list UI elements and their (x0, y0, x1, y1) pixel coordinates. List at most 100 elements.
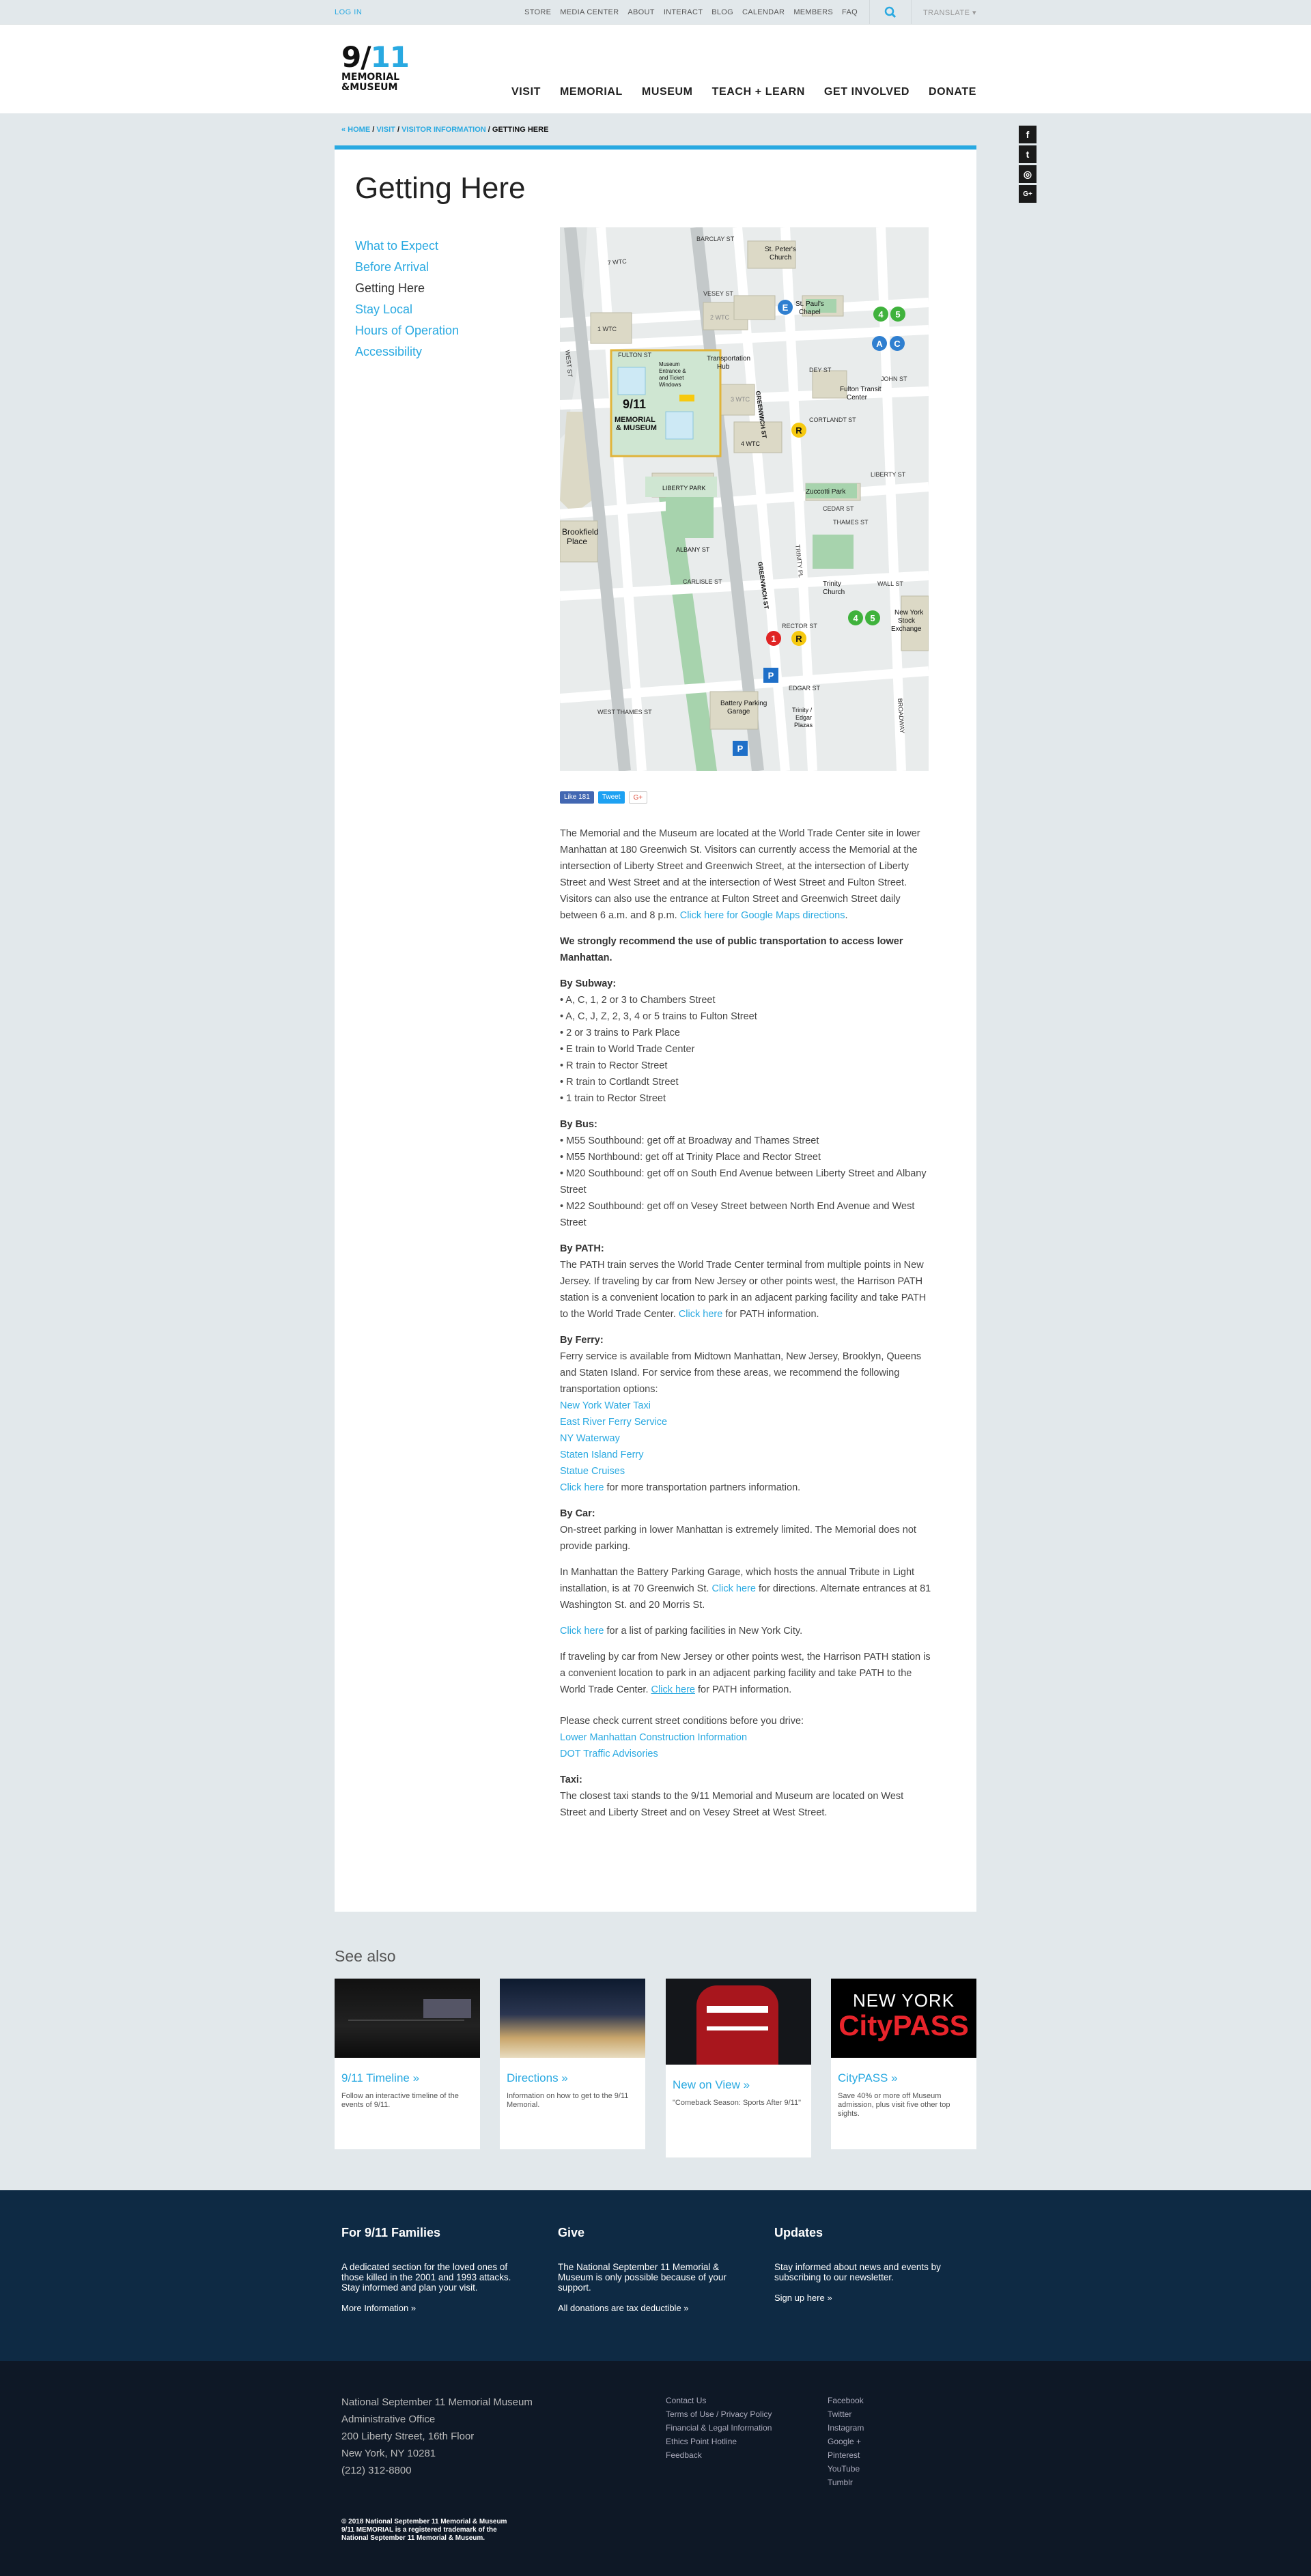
footer-link-youtube[interactable]: YouTube (828, 2462, 864, 2476)
logo-text-b: 11 (370, 40, 410, 74)
site-logo[interactable]: 9/11 MEMORIAL &MUSEUM (341, 43, 423, 98)
footer-link-pinterest[interactable]: Pinterest (828, 2448, 864, 2462)
footer-col-updates: Updates Stay informed about news and eve… (774, 2226, 959, 2304)
footer-link-financial[interactable]: Financial & Legal Information (666, 2421, 772, 2435)
sidenav-getting-here[interactable]: Getting Here (355, 278, 459, 299)
address-line: New York, NY 10281 (341, 2448, 436, 2459)
see-also-card-directions[interactable]: Directions » Information on how to get t… (500, 1979, 645, 2149)
sidenav-hours-of-operation[interactable]: Hours of Operation (355, 320, 459, 341)
footer-col-text: The National September 11 Memorial & Mus… (558, 2262, 727, 2293)
nav-teach-learn[interactable]: TEACH + LEARN (712, 86, 805, 98)
transportation-partners-link[interactable]: Click here (560, 1482, 604, 1493)
footer-link-tumblr[interactable]: Tumblr (828, 2476, 864, 2489)
battery-directions-link[interactable]: Click here (711, 1583, 755, 1594)
search-icon[interactable] (882, 3, 899, 21)
svg-text:Hub: Hub (717, 363, 730, 371)
see-also-card-citypass[interactable]: NEW YORK CityPASS CityPASS » Save 40% or… (831, 1979, 976, 2149)
svg-text:5: 5 (870, 613, 875, 623)
construction-info-link[interactable]: Lower Manhattan Construction Information (560, 1732, 747, 1743)
google-maps-link[interactable]: Click here for Google Maps directions (680, 910, 845, 921)
site-header: 9/11 MEMORIAL &MUSEUM VISIT MEMORIAL MUS… (0, 25, 1311, 113)
nav-museum[interactable]: MUSEUM (642, 86, 693, 98)
more-information-link[interactable]: More Information » (341, 2303, 416, 2313)
footer-link-feedback[interactable]: Feedback (666, 2448, 772, 2462)
timeline-thumbnail (335, 1979, 480, 2058)
ferry-link-statue-cruises[interactable]: Statue Cruises (560, 1466, 625, 1477)
breadcrumb-visit[interactable]: VISIT (376, 126, 395, 134)
see-also-card-new-on-view[interactable]: New on View » "Comeback Season: Sports A… (666, 1979, 811, 2157)
footer-link-instagram[interactable]: Instagram (828, 2421, 864, 2435)
util-link-interact[interactable]: INTERACT (664, 8, 703, 16)
util-link-faq[interactable]: FAQ (842, 8, 858, 16)
svg-text:St. Peter's: St. Peter's (765, 246, 796, 253)
section-sidenav: What to Expect Before Arrival Getting He… (355, 236, 459, 363)
svg-text:MEMORIAL: MEMORIAL (615, 416, 656, 424)
footer-link-contact[interactable]: Contact Us (666, 2394, 772, 2407)
nav-donate[interactable]: DONATE (929, 86, 976, 98)
nav-visit[interactable]: VISIT (511, 86, 541, 98)
see-also-title[interactable]: New on View » (673, 2078, 804, 2092)
svg-text:Brookfield: Brookfield (562, 527, 598, 537)
article-body: The Memorial and the Museum are located … (560, 825, 932, 1830)
sidenav-stay-local[interactable]: Stay Local (355, 299, 459, 320)
nav-memorial[interactable]: MEMORIAL (560, 86, 623, 98)
svg-text:9/11: 9/11 (623, 397, 646, 411)
ferry-link-ny-waterway[interactable]: NY Waterway (560, 1433, 620, 1444)
path-info-link[interactable]: Click here (679, 1309, 722, 1320)
sidenav-what-to-expect[interactable]: What to Expect (355, 236, 459, 257)
ferry-link-east-river[interactable]: East River Ferry Service (560, 1417, 667, 1428)
footer-link-twitter[interactable]: Twitter (828, 2407, 864, 2421)
footer-link-terms[interactable]: Terms of Use / Privacy Policy (666, 2407, 772, 2421)
breadcrumb-separator: / (372, 126, 375, 134)
copyright-line: National September 11 Memorial & Museum. (341, 2534, 485, 2542)
sidenav-accessibility[interactable]: Accessibility (355, 341, 459, 363)
svg-text:Exchange: Exchange (891, 625, 922, 633)
see-also-title[interactable]: CityPASS » (838, 2071, 970, 2085)
translate-dropdown[interactable]: TRANSLATE ▾ (923, 8, 976, 17)
svg-text:WEST THAMES ST: WEST THAMES ST (597, 709, 652, 716)
instagram-icon[interactable]: ◎ (1019, 165, 1037, 183)
parking-list-link[interactable]: Click here (560, 1626, 604, 1637)
ferry-link-staten-island[interactable]: Staten Island Ferry (560, 1449, 644, 1460)
parking-tail: for a list of parking facilities in New … (604, 1626, 803, 1637)
new-on-view-thumbnail (666, 1979, 811, 2065)
util-link-media-center[interactable]: MEDIA CENTER (560, 8, 619, 16)
nav-get-involved[interactable]: GET INVOLVED (824, 86, 910, 98)
breadcrumb-visitor-information[interactable]: VISITOR INFORMATION (401, 126, 486, 134)
footer-links-info: Contact Us Terms of Use / Privacy Policy… (666, 2394, 772, 2462)
twitter-icon[interactable]: t (1019, 145, 1037, 163)
see-also-title[interactable]: Directions » (507, 2071, 638, 2085)
login-link[interactable]: LOG IN (335, 8, 362, 16)
breadcrumb-home[interactable]: « HOME (341, 126, 370, 134)
google-plus-icon[interactable]: G+ (1019, 185, 1037, 203)
util-link-about[interactable]: ABOUT (628, 8, 654, 16)
footer-col-families: For 9/11 Families A dedicated section fo… (341, 2226, 526, 2315)
footer-link-facebook[interactable]: Facebook (828, 2394, 864, 2407)
area-map[interactable]: BARCLAY ST St. Peter's Church 7 WTC VESE… (560, 227, 929, 771)
citypass-thumb-line-2: CityPASS (838, 2009, 969, 2041)
see-also-title[interactable]: 9/11 Timeline » (341, 2071, 473, 2085)
footer-link-google-plus[interactable]: Google + (828, 2435, 864, 2448)
share-buttons: Like 181 Tweet G+ (560, 791, 648, 804)
donations-link[interactable]: All donations are tax deductible » (558, 2303, 689, 2313)
google-plus-button[interactable]: G+ (628, 791, 648, 804)
dot-advisories-link[interactable]: DOT Traffic Advisories (560, 1749, 658, 1759)
svg-text:and Ticket: and Ticket (659, 375, 684, 381)
util-link-store[interactable]: STORE (524, 8, 551, 16)
svg-text:St. Paul's: St. Paul's (795, 300, 824, 308)
see-also-card-timeline[interactable]: 9/11 Timeline » Follow an interactive ti… (335, 1979, 480, 2149)
sidenav-before-arrival[interactable]: Before Arrival (355, 257, 459, 278)
harrison-path-link[interactable]: Click here (651, 1684, 695, 1695)
facebook-icon[interactable]: f (1019, 126, 1037, 143)
svg-text:VESEY ST: VESEY ST (703, 290, 733, 297)
facebook-like-button[interactable]: Like 181 (560, 791, 594, 804)
newsletter-signup-link[interactable]: Sign up here » (774, 2293, 832, 2303)
util-link-members[interactable]: MEMBERS (793, 8, 833, 16)
svg-text:Center: Center (847, 394, 868, 401)
util-link-calendar[interactable]: CALENDAR (742, 8, 785, 16)
footer-link-ethics[interactable]: Ethics Point Hotline (666, 2435, 772, 2448)
ferry-link-water-taxi[interactable]: New York Water Taxi (560, 1400, 651, 1411)
tweet-button[interactable]: Tweet (597, 791, 625, 804)
util-link-blog[interactable]: BLOG (711, 8, 733, 16)
breadcrumb-separator: / (488, 126, 490, 134)
